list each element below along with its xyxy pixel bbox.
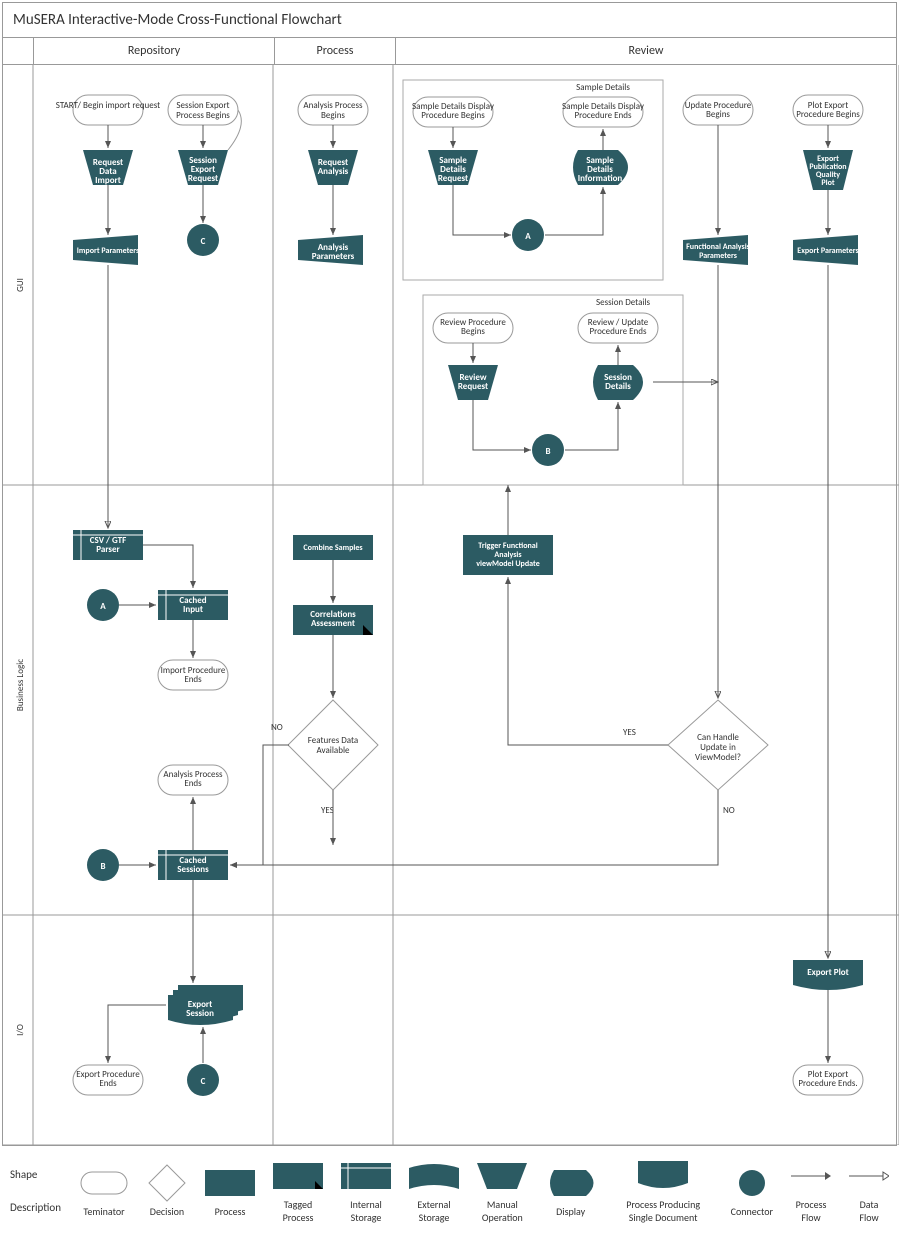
svg-text:RequestAnalysis: RequestAnalysis [318,157,349,177]
legend: Shape Description Teminator Decision Pro… [0,1148,899,1234]
flowchart-svg: .t{font:9px Calibri,Arial;fill:#333} .tw… [3,65,899,1145]
svg-text:Combine Samples: Combine Samples [303,543,362,553]
svg-text:Session ExportProcess Begins: Session ExportProcess Begins [176,100,230,121]
legend-internal-storage: Internal Storage [341,1158,391,1224]
svg-text:NO: NO [271,722,283,733]
svg-text:SessionExportRequest: SessionExportRequest [188,155,218,184]
svg-text:ExportSession: ExportSession [186,999,214,1019]
legend-tagged: Tagged Process [273,1158,323,1224]
svg-text:Can HandleUpdate inViewModel?: Can HandleUpdate inViewModel? [695,732,741,763]
svg-text:Sample Details DisplayProcedur: Sample Details DisplayProcedure Begins [412,101,495,121]
legend-process: Process [205,1165,255,1218]
svg-text:B: B [100,861,105,872]
flowchart-frame: MuSERA Interactive-Mode Cross-Functional… [2,2,897,1146]
column-headers: Repository Process Review [3,38,896,65]
legend-desc-label: Description [10,1201,61,1214]
legend-shape-label: Shape [10,1168,61,1181]
legend-display: Display [546,1165,596,1218]
svg-text:YES: YES [623,727,636,738]
col-repository: Repository [34,38,275,64]
legend-terminator: Teminator [79,1165,129,1218]
legend-connector: Connector [731,1165,773,1218]
svg-text:Review / UpdateProcedure Ends: Review / UpdateProcedure Ends [588,317,649,337]
legend-manual-op: Manual Operation [477,1158,528,1224]
legend-document: Process Producing Single Document [614,1158,713,1224]
svg-text:A: A [100,601,106,612]
svg-text:C: C [201,236,206,247]
col-process: Process [275,38,396,64]
svg-text:Export Parameters: Export Parameters [797,246,858,256]
legend-decision: Decision [147,1165,187,1218]
svg-text:AnalysisParameters: AnalysisParameters [312,242,355,262]
legend-process-flow: Process Flow [791,1158,831,1224]
svg-text:Import Parameters: Import Parameters [77,246,139,256]
legend-external-storage: External Storage [409,1158,459,1224]
svg-text:Business Logic: Business Logic [15,659,26,711]
svg-text:CachedSessions: CachedSessions [177,855,209,875]
svg-text:Sample Details: Sample Details [576,82,630,93]
col-review: Review [396,38,896,64]
svg-text:NO: NO [723,805,735,816]
svg-text:Export Plot: Export Plot [807,967,849,978]
svg-text:B: B [545,446,550,457]
svg-text:CachedInput: CachedInput [179,595,206,615]
svg-text:I/O: I/O [15,1024,26,1036]
svg-text:GUI: GUI [15,278,26,292]
svg-text:CorrelationsAssessment: CorrelationsAssessment [310,609,356,629]
svg-text:YES: YES [321,805,334,816]
svg-text:Session Details: Session Details [596,297,651,308]
svg-text:SampleDetailsRequest: SampleDetailsRequest [438,155,468,184]
svg-text:C: C [201,1076,206,1087]
chart-title: MuSERA Interactive-Mode Cross-Functional… [3,3,896,38]
legend-data-flow: Data Flow [849,1158,889,1224]
svg-text:A: A [525,231,531,242]
svg-text:START/ Begin import request: START/ Begin import request [56,100,160,111]
svg-text:ReviewRequest: ReviewRequest [458,372,488,392]
svg-text:SessionDetails: SessionDetails [604,372,632,392]
